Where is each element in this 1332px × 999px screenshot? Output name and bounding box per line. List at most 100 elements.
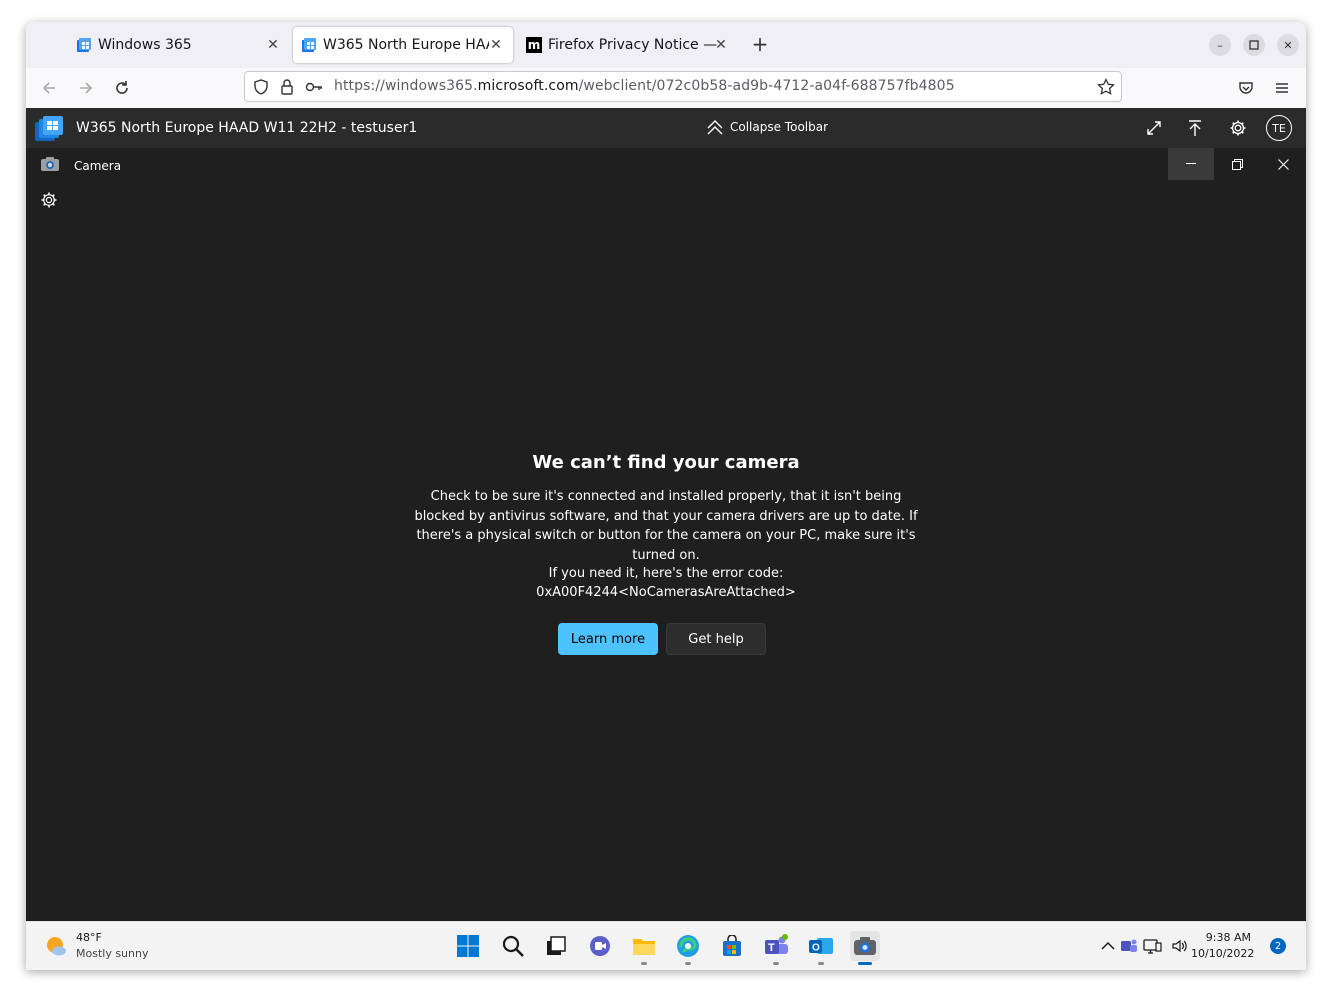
task-view-button[interactable]	[541, 931, 571, 961]
task-view-icon	[547, 936, 566, 955]
pocket-button[interactable]	[1235, 77, 1257, 99]
system-date[interactable]: 10/10/2022	[1191, 947, 1254, 960]
minimize-window-button[interactable]: –	[1209, 34, 1231, 56]
lock-icon[interactable]	[280, 79, 294, 95]
maximize-icon	[1249, 40, 1259, 50]
weather-temperature[interactable]: 48°F	[76, 931, 102, 944]
windows-taskbar: 48°F Mostly sunny T O 9:38 AM 10/10/2022…	[26, 921, 1306, 970]
app-minimize-button[interactable]	[1168, 148, 1214, 180]
teams-tray-icon	[1121, 939, 1137, 952]
error-code-label: If you need it, here's the error code:	[548, 566, 784, 581]
network-icon	[1143, 939, 1162, 954]
new-tab-button[interactable]: +	[750, 34, 770, 55]
pocket-icon	[1239, 82, 1253, 94]
start-icon	[457, 935, 479, 957]
url-prefix: https://windows365.	[334, 78, 478, 94]
app-menu-button[interactable]	[1271, 77, 1293, 99]
user-avatar[interactable]: TE	[1266, 115, 1292, 141]
back-button[interactable]	[38, 77, 60, 99]
url-host: microsoft.com	[477, 78, 579, 94]
system-time[interactable]: 9:38 AM	[1196, 931, 1251, 944]
search-icon	[502, 935, 524, 957]
navigation-bar: https://windows365.microsoft.com/webclie…	[26, 68, 1306, 109]
tab-strip: Windows 365 ✕ W365 North Europe HAAD W11…	[26, 22, 1306, 68]
chat-button[interactable]	[585, 931, 615, 961]
back-arrow-icon	[42, 82, 55, 94]
error-code-block: If you need it, here's the error code: 0…	[26, 564, 1306, 602]
app-close-button[interactable]	[1260, 148, 1306, 180]
collapse-toolbar-label: Collapse Toolbar	[730, 120, 829, 134]
minimize-icon	[1186, 163, 1196, 164]
store-button[interactable]	[717, 931, 747, 961]
learn-more-button[interactable]: Learn more	[558, 623, 658, 655]
restore-icon	[1231, 158, 1243, 170]
tab-title: Firefox Privacy Notice —	[548, 37, 718, 53]
close-tab-icon[interactable]: ✕	[264, 36, 282, 54]
start-button[interactable]	[453, 931, 483, 961]
camera-app-title: Camera	[74, 159, 122, 173]
error-code: 0xA00F4244<NoCamerasAreAttached>	[536, 585, 796, 600]
maximize-window-button[interactable]	[1243, 34, 1265, 56]
bookmark-star-icon[interactable]	[1097, 78, 1115, 96]
active-app-indicator	[858, 962, 872, 965]
network-button[interactable]	[1138, 931, 1168, 961]
upload-arrow-icon	[1189, 120, 1201, 136]
key-icon[interactable]	[305, 80, 323, 94]
mozilla-m-icon: m	[526, 37, 542, 53]
close-tab-icon[interactable]: ✕	[487, 36, 505, 54]
error-title: We can’t find your camera	[532, 452, 800, 473]
teams-icon: T	[765, 934, 788, 954]
settings-button[interactable]	[1228, 118, 1248, 138]
expand-diagonal-icon	[1147, 121, 1161, 135]
running-indicator	[818, 962, 824, 965]
get-help-button[interactable]: Get help	[666, 623, 766, 655]
windows365-icon	[77, 38, 91, 52]
notification-badge[interactable]: 2	[1270, 938, 1286, 954]
url-path: /webclient/072c0b58-ad9b-4712-a04f-68875…	[578, 78, 955, 94]
hamburger-menu-icon	[1276, 83, 1288, 93]
partly-sunny-icon	[47, 937, 66, 956]
tracking-shield-icon[interactable]	[253, 79, 269, 95]
forward-arrow-icon	[80, 82, 93, 94]
search-button[interactable]	[498, 931, 528, 961]
tab-windows365[interactable]: Windows 365 ✕	[26, 27, 290, 63]
url-text: https://windows365.microsoft.com/webclie…	[334, 78, 955, 94]
close-window-button[interactable]: ✕	[1277, 34, 1299, 56]
weather-description[interactable]: Mostly sunny	[76, 947, 148, 960]
fullscreen-button[interactable]	[1144, 118, 1164, 138]
windows365-icon	[302, 38, 316, 52]
store-icon	[723, 935, 741, 956]
weather-widget[interactable]	[44, 934, 68, 958]
chevron-up-icon	[1101, 941, 1115, 950]
tab-title: Windows 365	[98, 37, 192, 53]
url-bar[interactable]: https://windows365.microsoft.com/webclie…	[244, 71, 1122, 102]
running-indicator	[641, 962, 647, 965]
outlook-button[interactable]: O	[806, 931, 836, 965]
error-description: Check to be sure it's connected and inst…	[414, 489, 918, 563]
app-restore-button[interactable]	[1214, 148, 1260, 180]
camera-app-window: Camera We can’t find your camera Check t…	[26, 148, 1306, 921]
reload-button[interactable]	[111, 77, 133, 99]
forward-button[interactable]	[75, 77, 97, 99]
collapse-toolbar-button[interactable]: Collapse Toolbar	[706, 119, 828, 135]
outlook-icon: O	[809, 938, 833, 954]
tab-firefox-privacy[interactable]: m Firefox Privacy Notice — ✕	[518, 27, 738, 63]
gear-icon	[1230, 120, 1246, 136]
edge-icon	[677, 935, 699, 957]
session-title: W365 North Europe HAAD W11 22H2 - testus…	[76, 120, 418, 136]
file-explorer-button[interactable]	[629, 931, 659, 965]
svg-text:O: O	[812, 943, 820, 954]
tab-title: W365 North Europe HAAD W11 22H2 - testus…	[323, 37, 489, 53]
running-indicator	[685, 962, 691, 965]
edge-button[interactable]	[673, 931, 703, 965]
camera-settings-button[interactable]	[40, 191, 60, 211]
disconnect-button[interactable]	[1185, 118, 1205, 138]
camera-taskbar-button[interactable]	[850, 931, 880, 965]
close-tab-icon[interactable]: ✕	[712, 36, 730, 54]
tab-w365-session[interactable]: W365 North Europe HAAD W11 22H2 - testus…	[293, 27, 513, 63]
svg-text:T: T	[768, 942, 775, 954]
reload-icon	[116, 81, 128, 94]
teams-button[interactable]: T	[761, 931, 791, 965]
chevron-double-up-icon	[707, 120, 723, 135]
camera-icon	[854, 937, 876, 955]
